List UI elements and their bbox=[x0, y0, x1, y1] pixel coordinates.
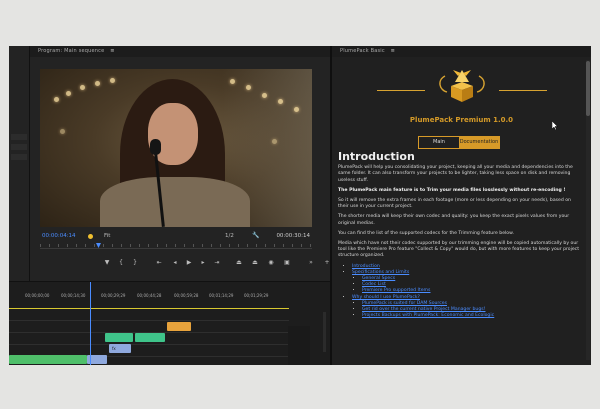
documentation-content: Introduction PlumePack will help you con… bbox=[338, 150, 580, 320]
marker-icon[interactable] bbox=[88, 234, 93, 239]
current-timecode[interactable]: 00:00:04:14 bbox=[42, 233, 76, 239]
go-to-in-icon[interactable]: ⇤ bbox=[154, 258, 164, 268]
panel-block bbox=[11, 134, 27, 140]
doc-paragraph: So it will remove the extra frames in ea… bbox=[338, 198, 571, 210]
export-frame-icon[interactable]: ◉ bbox=[266, 258, 276, 268]
work-area-bar[interactable] bbox=[9, 308, 289, 309]
panel-menu-icon[interactable]: ≡ bbox=[391, 48, 395, 54]
doc-toc: Introduction Specifications and Limits G… bbox=[338, 264, 580, 320]
doc-heading: Introduction bbox=[338, 150, 415, 163]
bokeh-light bbox=[80, 85, 85, 90]
wrench-icon[interactable]: 🔧 bbox=[252, 232, 259, 239]
resolution-select[interactable]: 1/2 bbox=[225, 233, 234, 239]
lift-icon[interactable]: ⏏ bbox=[234, 258, 244, 268]
bokeh-light bbox=[230, 79, 235, 84]
doc-paragraph: PlumePack will help you consolidating yo… bbox=[338, 165, 573, 183]
microphone bbox=[150, 139, 161, 155]
doc-paragraph: The shorter media will keep their own co… bbox=[338, 214, 570, 226]
ruler-label: 00;01;29;29 bbox=[244, 293, 269, 298]
step-forward-icon[interactable]: ▸ bbox=[198, 258, 208, 268]
panel-menu-icon[interactable]: ≡ bbox=[110, 48, 114, 54]
ruler-label: 00;01;14;29 bbox=[209, 293, 234, 298]
bokeh-light bbox=[262, 93, 267, 98]
toc-link[interactable]: Specifications and Limits General Specs … bbox=[352, 270, 580, 295]
ruler-label: 00;00;44;28 bbox=[137, 293, 162, 298]
plumepack-logo bbox=[377, 66, 547, 108]
panel-block bbox=[11, 144, 27, 150]
time-ruler[interactable]: 00;00;00;00 00;00;14;30 00;00;29;29 00;0… bbox=[9, 293, 289, 303]
plume-box-icon bbox=[439, 70, 485, 102]
ruler-label: 00;00;00;00 bbox=[25, 293, 50, 298]
bokeh-light bbox=[272, 139, 277, 144]
bokeh-light bbox=[95, 81, 100, 86]
monitor-scrub-bar[interactable] bbox=[40, 243, 312, 249]
scrub-line bbox=[40, 248, 312, 249]
mouse-cursor-icon bbox=[552, 121, 558, 130]
ruler-label: 00;00;14;30 bbox=[61, 293, 86, 298]
doc-paragraph: You can find the list of the supported c… bbox=[338, 230, 514, 236]
bokeh-light bbox=[60, 129, 65, 134]
audio-meter bbox=[288, 326, 310, 365]
doc-paragraph-bold: The PlumePack main feature is to Trim yo… bbox=[338, 187, 566, 193]
bokeh-light bbox=[110, 78, 115, 83]
step-back-icon[interactable]: ◂ bbox=[170, 258, 180, 268]
plumepack-tabs: Main Documentation bbox=[418, 136, 500, 149]
track-divider bbox=[9, 320, 289, 321]
plumepack-panel-title: PlumePack Basic bbox=[340, 48, 385, 54]
premiere-window: Program: Main sequence ≡ 00:00:04:14 Fit… bbox=[9, 46, 591, 365]
toc-link[interactable]: Why should I use PlumePack? PlumePack is… bbox=[352, 295, 580, 320]
scrub-ticks bbox=[40, 244, 312, 247]
go-to-out-icon[interactable]: ⇥ bbox=[212, 258, 222, 268]
bokeh-light bbox=[278, 99, 283, 104]
clip[interactable] bbox=[9, 355, 87, 364]
ruler-label: 00;00;59;28 bbox=[174, 293, 199, 298]
tab-main[interactable]: Main bbox=[419, 137, 459, 148]
track-divider bbox=[9, 344, 289, 345]
clip[interactable] bbox=[105, 333, 133, 342]
logo-line-right bbox=[499, 90, 547, 91]
clip[interactable]: fx bbox=[109, 344, 131, 353]
timeline-playhead[interactable] bbox=[90, 282, 91, 365]
settings-icon[interactable]: » bbox=[306, 258, 316, 268]
logo-line-left bbox=[377, 90, 425, 91]
bokeh-light bbox=[246, 85, 251, 90]
timeline-panel: 00;00;00;00 00;00;14;30 00;00;29;29 00;0… bbox=[9, 281, 330, 365]
mark-out-icon[interactable]: } bbox=[130, 258, 140, 268]
plumepack-title-bar[interactable]: PlumePack Basic ≡ bbox=[332, 46, 591, 57]
clip[interactable] bbox=[135, 333, 165, 342]
mark-in-icon[interactable]: { bbox=[116, 258, 126, 268]
program-monitor-panel: Program: Main sequence ≡ 00:00:04:14 Fit… bbox=[30, 46, 330, 281]
bokeh-light bbox=[66, 91, 71, 96]
add-marker-icon[interactable]: ▼ bbox=[102, 258, 112, 268]
ruler-label: 00;00;29;29 bbox=[101, 293, 126, 298]
toc-link[interactable]: Projects Backups with PlumePack: Economi… bbox=[362, 313, 580, 319]
extract-icon[interactable]: ⏏ bbox=[250, 258, 260, 268]
program-monitor-title: Program: Main sequence bbox=[38, 48, 105, 54]
tab-documentation[interactable]: Documentation bbox=[459, 137, 499, 148]
zoom-select[interactable]: Fit bbox=[104, 233, 110, 239]
monitor-timecode-row: 00:00:04:14 Fit 1/2 🔧 00:00:30:14 bbox=[40, 232, 312, 242]
timeline-scrollbar[interactable] bbox=[323, 312, 326, 352]
plumepack-panel: PlumePack Basic ≡ PlumePack Premium 1.0.… bbox=[332, 46, 591, 365]
panel-block bbox=[11, 154, 27, 160]
plumepack-scrollbar-thumb[interactable] bbox=[586, 61, 590, 116]
compare-icon[interactable]: ▣ bbox=[282, 258, 292, 268]
duration-timecode: 00:00:30:14 bbox=[276, 233, 310, 239]
bokeh-light bbox=[294, 107, 299, 112]
program-monitor-title-bar[interactable]: Program: Main sequence ≡ bbox=[30, 46, 330, 57]
doc-paragraph: Media which have not their codec support… bbox=[338, 241, 580, 259]
bokeh-light bbox=[54, 97, 59, 102]
toc-sublist: General Specs Codec List Premiere Pro su… bbox=[352, 276, 580, 295]
clip[interactable] bbox=[167, 322, 191, 331]
toc-sublist: PlumePack is suited for DAM Sources Get … bbox=[352, 301, 580, 320]
singer-coat bbox=[100, 177, 250, 227]
play-icon[interactable]: ▶ bbox=[184, 258, 194, 268]
video-frame[interactable] bbox=[40, 69, 312, 227]
transport-controls: ▼ { } ⇤ ◂ ▶ ▸ ⇥ ⏏ ⏏ ◉ ▣ » + bbox=[90, 258, 350, 268]
